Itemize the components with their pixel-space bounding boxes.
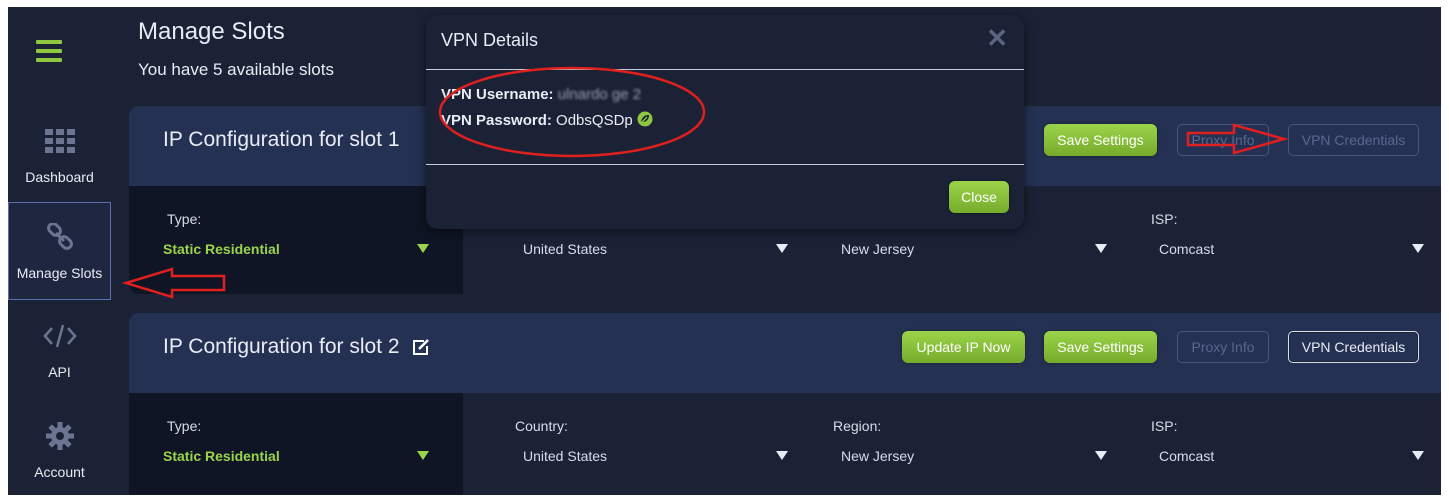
proxy-info-button[interactable]: Proxy Info — [1177, 331, 1269, 363]
code-icon — [8, 322, 111, 350]
chevron-down-icon — [417, 451, 429, 460]
country-value[interactable]: United States — [523, 241, 607, 257]
slot-card-header: IP Configuration for slot 2 Update IP No… — [129, 313, 1441, 393]
modal-title: VPN Details — [441, 30, 539, 50]
chevron-down-icon — [417, 244, 429, 253]
gear-icon — [8, 422, 111, 450]
page-subtitle: You have 5 available slots — [138, 60, 334, 79]
hamburger-menu-icon[interactable] — [36, 40, 62, 64]
chevron-down-icon — [1412, 244, 1424, 253]
vpn-details-modal: VPN Details ✕ VPN Username: ulnardo ge 2… — [426, 15, 1024, 229]
vpn-password-row: VPN Password: OdbsQSDp — [441, 111, 653, 129]
vpn-username-label: VPN Username: — [441, 86, 554, 103]
type-field[interactable]: Type: Static Residential — [129, 393, 463, 495]
vpn-credentials-button[interactable]: VPN Credentials — [1288, 331, 1419, 363]
close-button[interactable]: Close — [949, 181, 1009, 213]
region-value[interactable]: New Jersey — [841, 241, 914, 257]
type-value: Static Residential — [163, 241, 280, 257]
page-title: Manage Slots — [138, 18, 285, 45]
save-settings-button[interactable]: Save Settings — [1044, 331, 1157, 363]
update-ip-now-button[interactable]: Update IP Now — [902, 331, 1025, 363]
close-icon[interactable]: ✕ — [986, 23, 1008, 54]
chevron-down-icon — [776, 244, 788, 253]
sidebar-item-api[interactable]: API — [8, 302, 111, 400]
country-label: Country: — [515, 418, 568, 434]
vpn-username-row: VPN Username: ulnardo ge 2 — [441, 86, 641, 103]
region-value[interactable]: New Jersey — [841, 448, 914, 464]
sidebar-item-label: API — [48, 364, 71, 380]
isp-label: ISP: — [1151, 418, 1178, 434]
chevron-down-icon — [1095, 451, 1107, 460]
proxy-info-button[interactable]: Proxy Info — [1177, 124, 1269, 156]
sidebar-item-label: Account — [34, 464, 85, 480]
sidebar-item-label: Manage Slots — [16, 265, 103, 281]
sidebar-item-account[interactable]: Account — [8, 402, 111, 495]
modal-divider — [426, 164, 1024, 165]
sidebar: Dashboard Manage Slots API Account — [8, 7, 111, 495]
chevron-down-icon — [776, 451, 788, 460]
edit-icon[interactable] — [411, 338, 431, 356]
isp-label: ISP: — [1151, 211, 1178, 227]
type-label: Type: — [167, 211, 202, 227]
isp-value[interactable]: Comcast — [1159, 448, 1214, 464]
vpn-username-value: ulnardo ge 2 — [557, 86, 642, 103]
slot-title-text: IP Configuration for slot 2 — [163, 335, 400, 358]
country-value[interactable]: United States — [523, 448, 607, 464]
location-fields: Country: United States Region: New Jerse… — [463, 393, 1441, 495]
region-label: Region: — [833, 418, 882, 434]
isp-value[interactable]: Comcast — [1159, 241, 1214, 257]
vpn-credentials-button[interactable]: VPN Credentials — [1288, 124, 1419, 156]
vpn-password-label: VPN Password: — [441, 112, 552, 129]
vpn-password-value: OdbsQSDp — [556, 112, 633, 129]
save-settings-button[interactable]: Save Settings — [1044, 124, 1157, 156]
type-field[interactable]: Type: Static Residential — [129, 186, 463, 294]
type-value: Static Residential — [163, 448, 280, 464]
grid-icon — [8, 127, 111, 155]
type-label: Type: — [167, 418, 202, 434]
slot-title: IP Configuration for slot 1 — [163, 128, 400, 151]
chevron-down-icon — [1412, 451, 1424, 460]
sidebar-item-dashboard[interactable]: Dashboard — [8, 107, 111, 205]
modal-divider — [426, 69, 1024, 70]
sidebar-item-label: Dashboard — [25, 169, 94, 185]
link-icon — [9, 223, 110, 251]
reveal-password-icon[interactable] — [637, 111, 653, 127]
chevron-down-icon — [1095, 244, 1107, 253]
sidebar-item-manage-slots[interactable]: Manage Slots — [8, 202, 111, 300]
slot-card-2: IP Configuration for slot 2 Update IP No… — [129, 313, 1441, 495]
slot-title: IP Configuration for slot 2 — [163, 335, 431, 359]
